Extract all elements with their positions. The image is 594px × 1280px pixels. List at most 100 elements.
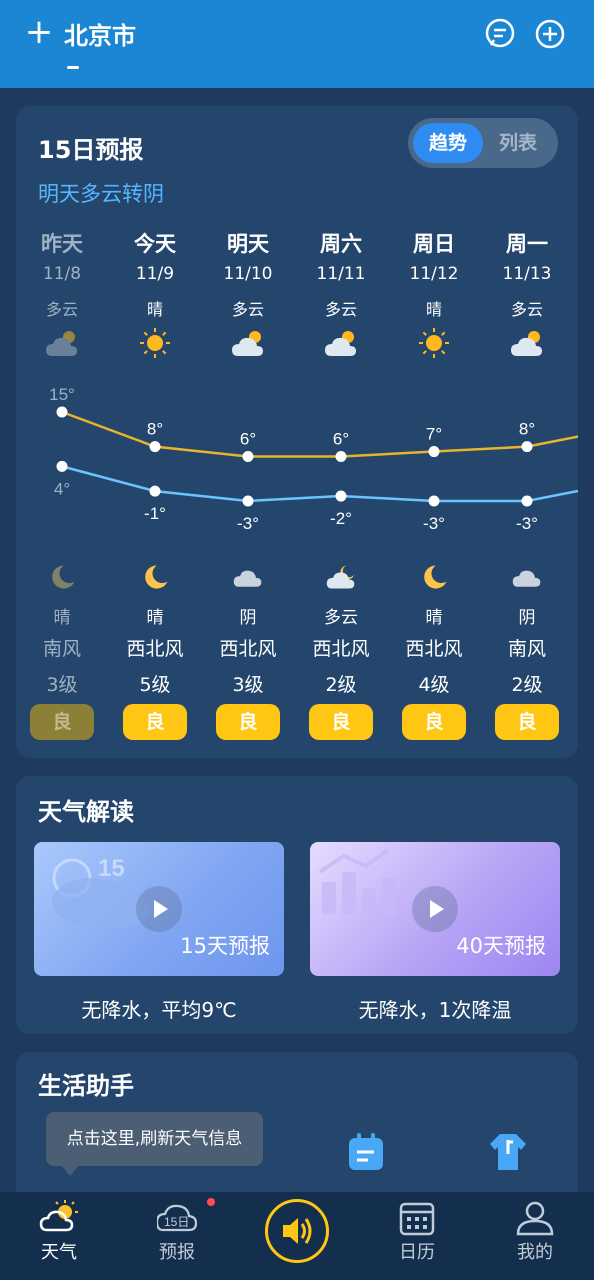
video-caption: 无降水，1次降温: [358, 998, 512, 1022]
life-title: 生活助手: [38, 1072, 134, 1100]
wind-direction: 西北风: [312, 638, 370, 660]
day-condition: 多云: [324, 300, 357, 319]
voice-broadcast-button[interactable]: [265, 1199, 329, 1263]
interpretation-title: 天气解读: [38, 798, 134, 826]
aqi-badge[interactable]: 良: [216, 704, 280, 740]
partly-cloudy-icon: [230, 326, 266, 360]
tab-list[interactable]: 列表: [483, 123, 553, 163]
clothing-icon[interactable]: [488, 1130, 528, 1174]
calendar-note-icon[interactable]: [346, 1130, 386, 1174]
date-label: 11/8: [42, 264, 82, 284]
nav-label: 天气: [41, 1242, 77, 1263]
tooltip-tail: [60, 1164, 80, 1176]
wind-level: 2级: [511, 674, 543, 696]
wind-direction: 西北风: [126, 638, 184, 660]
wind-level: 3级: [232, 674, 264, 696]
aqi-badge[interactable]: 良: [30, 704, 94, 740]
play-icon: [154, 900, 168, 918]
day-condition: 晴: [425, 300, 442, 319]
low-temp-point: [428, 495, 440, 507]
nav-calendar[interactable]: 日历: [358, 1192, 476, 1280]
weather-icon: [39, 1200, 78, 1232]
low-temp-label: -3°: [237, 514, 259, 533]
view-toggle: 趋势 列表: [408, 118, 558, 168]
night-condition: 阴: [239, 608, 257, 628]
night-condition: 多云: [324, 608, 358, 628]
plus-circle-icon[interactable]: [534, 18, 566, 50]
profile-icon: [516, 1201, 554, 1236]
day-label: 周六: [320, 232, 362, 256]
video-15day[interactable]: 15 15天预报: [34, 842, 284, 976]
forecast-subtitle: 明天多云转阴: [38, 182, 164, 206]
aqi-badge[interactable]: 良: [123, 704, 187, 740]
nav-profile[interactable]: 我的: [476, 1192, 594, 1280]
sun-icon: [137, 326, 173, 360]
wind-direction: 西北风: [219, 638, 277, 660]
high-temp-point: [149, 441, 161, 453]
high-temp-label: 6°: [240, 430, 256, 449]
nav-weather[interactable]: 天气: [0, 1192, 118, 1280]
temperature-chart: 15° 8° 6° 6° 7° 8° 4° -1° -3° -2° -3° -3°: [49, 385, 578, 533]
high-temp-label: 6°: [333, 430, 349, 449]
wind-level: 5级: [139, 674, 171, 696]
high-temp-label: 8°: [519, 420, 535, 439]
nav-forecast[interactable]: 15日 预报: [118, 1192, 236, 1280]
forecast-icon: 15日: [157, 1204, 197, 1232]
wind-level: 3级: [46, 674, 78, 696]
day-condition: 晴: [146, 300, 163, 319]
partly-cloudy-icon: [509, 326, 545, 360]
low-temp-point: [149, 485, 161, 497]
video-caption: 无降水，平均9℃: [81, 998, 237, 1022]
night-condition: 晴: [53, 608, 71, 628]
wind-level: 2级: [325, 674, 357, 696]
low-temp-label: 4°: [54, 479, 70, 498]
nav-label: 预报: [159, 1242, 195, 1263]
high-temp-point: [521, 441, 533, 453]
moon-icon: [46, 561, 78, 593]
night-condition: 晴: [425, 608, 443, 628]
message-icon[interactable]: [484, 18, 516, 50]
page-indicator: [67, 66, 79, 69]
high-temp-point: [335, 451, 347, 462]
aqi-badge[interactable]: 良: [402, 704, 466, 740]
high-temp-label: 15°: [49, 385, 75, 404]
wind-direction: 南风: [42, 638, 81, 660]
night-condition: 晴: [146, 608, 164, 628]
add-icon[interactable]: +: [24, 14, 54, 50]
day-condition: 多云: [510, 300, 543, 319]
refresh-tooltip[interactable]: 点击这里,刷新天气信息: [46, 1112, 263, 1166]
video-label: 15天预报: [180, 934, 270, 958]
date-label: 11/10: [223, 264, 273, 284]
aqi-badge[interactable]: 良: [309, 704, 373, 740]
play-button[interactable]: [136, 886, 182, 932]
date-label: 11/9: [135, 264, 175, 284]
high-temp-point: [428, 446, 440, 458]
video-40day[interactable]: 40天预报: [310, 842, 560, 976]
video-label: 40天预报: [456, 934, 546, 958]
wind-direction: 南风: [507, 638, 546, 660]
cloud-icon: [511, 561, 543, 593]
day-condition: 多云: [231, 300, 264, 319]
wind-direction: 西北风: [405, 638, 463, 660]
date-label: 11/12: [409, 264, 459, 284]
low-temp-point: [335, 490, 347, 502]
calendar-icon: [399, 1202, 435, 1236]
play-icon: [430, 900, 444, 918]
aqi-badge[interactable]: 良: [495, 704, 559, 740]
low-temp-label: -2°: [330, 509, 352, 528]
tab-trend[interactable]: 趋势: [413, 123, 483, 163]
day-label: 今天: [134, 232, 176, 256]
speaker-icon: [283, 1218, 312, 1244]
nav-label: 我的: [517, 1242, 553, 1263]
city-name[interactable]: 北京市: [64, 16, 136, 51]
day-condition: 多云: [45, 300, 78, 319]
cloudy-night-icon: [325, 561, 357, 593]
date-label: 11/13: [502, 264, 552, 284]
day-label: 昨天: [41, 232, 83, 256]
play-button[interactable]: [412, 886, 458, 932]
low-temp-point: [242, 495, 254, 507]
nav-label: 日历: [399, 1242, 435, 1263]
high-temp-point: [56, 406, 68, 418]
notification-dot: [207, 1198, 215, 1206]
sun-icon: [416, 326, 452, 360]
